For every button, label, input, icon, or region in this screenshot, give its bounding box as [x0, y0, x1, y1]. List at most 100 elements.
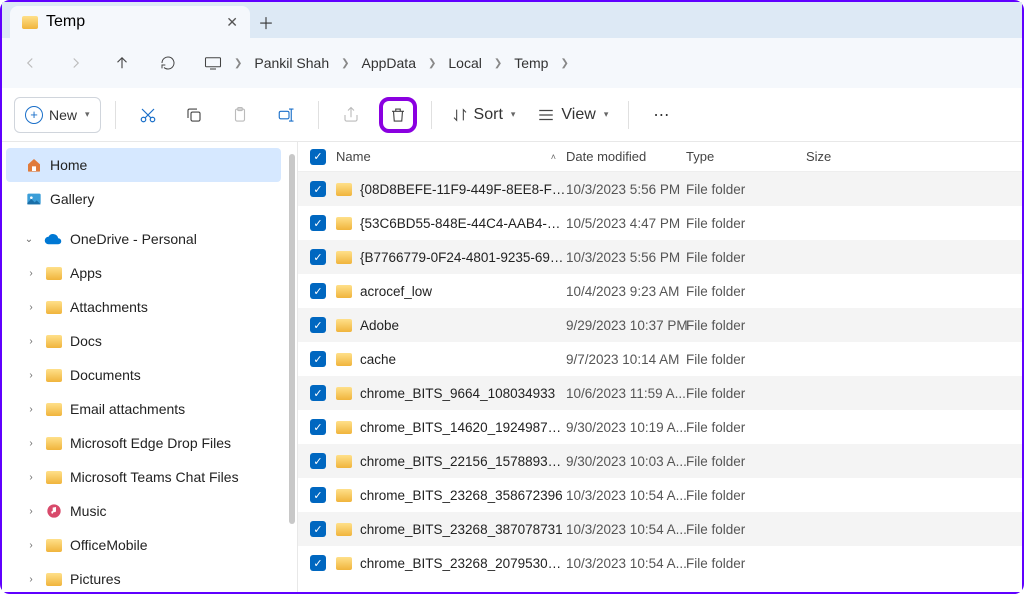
chevron-down-icon: ▾: [511, 109, 516, 120]
breadcrumb-item[interactable]: Pankil Shah: [254, 55, 329, 71]
chevron-right-icon[interactable]: ›: [24, 574, 38, 585]
col-type[interactable]: Type: [686, 149, 806, 164]
sidebar-item[interactable]: ›Pictures: [2, 562, 287, 592]
row-checkbox[interactable]: ✓: [310, 249, 326, 265]
chevron-down-icon[interactable]: ⌄: [22, 234, 36, 245]
row-checkbox[interactable]: ✓: [310, 181, 326, 197]
file-row[interactable]: ✓chrome_BITS_14620_19249870719/30/2023 1…: [298, 410, 1022, 444]
copy-button[interactable]: [176, 97, 212, 133]
row-checkbox[interactable]: ✓: [310, 317, 326, 333]
chevron-right-icon[interactable]: ❯: [335, 58, 355, 69]
sidebar-item[interactable]: › Docs: [2, 324, 287, 358]
sidebar-item-label: Docs: [70, 333, 102, 349]
sidebar-home[interactable]: Home: [6, 148, 281, 182]
sort-icon: [452, 107, 468, 123]
file-name: chrome_BITS_14620_1924987071: [360, 420, 566, 435]
col-date[interactable]: Date modified: [566, 149, 686, 164]
file-row[interactable]: ✓{B7766779-0F24-4801-9235-692F257F...10/…: [298, 240, 1022, 274]
sidebar-item[interactable]: › Music: [2, 494, 287, 528]
file-row[interactable]: ✓cache9/7/2023 10:14 AMFile folder: [298, 342, 1022, 376]
file-list: ✓ Name˄ Date modified Type Size ✓{08D8BE…: [297, 142, 1022, 592]
chevron-right-icon[interactable]: ›: [24, 336, 38, 347]
sidebar-item[interactable]: ›Documents: [2, 358, 287, 392]
row-checkbox[interactable]: ✓: [310, 351, 326, 367]
file-name: chrome_BITS_9664_108034933: [360, 386, 555, 401]
new-tab-button[interactable]: ＋: [250, 6, 282, 38]
folder-icon: [46, 437, 62, 450]
chevron-right-icon[interactable]: ›: [24, 472, 38, 483]
chevron-right-icon[interactable]: ›: [24, 302, 38, 313]
sidebar-gallery[interactable]: Gallery: [2, 182, 287, 216]
sidebar-onedrive[interactable]: ⌄ OneDrive - Personal: [2, 222, 287, 256]
file-type: File folder: [686, 454, 806, 469]
sidebar-item[interactable]: ›Email attachments: [2, 392, 287, 426]
new-button[interactable]: + New ▾: [14, 97, 101, 133]
sidebar-item[interactable]: › Microsoft Edge Drop Files: [2, 426, 287, 460]
col-name[interactable]: Name: [336, 149, 371, 164]
row-checkbox[interactable]: ✓: [310, 453, 326, 469]
chevron-right-icon[interactable]: ›: [24, 540, 38, 551]
file-row[interactable]: ✓chrome_BITS_9664_10803493310/6/2023 11:…: [298, 376, 1022, 410]
more-button[interactable]: ⋯: [643, 97, 679, 133]
rename-button[interactable]: [268, 97, 304, 133]
chevron-right-icon[interactable]: ›: [24, 370, 38, 381]
row-checkbox[interactable]: ✓: [310, 487, 326, 503]
col-size[interactable]: Size: [806, 149, 886, 164]
row-checkbox[interactable]: ✓: [310, 215, 326, 231]
separator: [628, 101, 629, 129]
file-type: File folder: [686, 522, 806, 537]
cut-button[interactable]: [130, 97, 166, 133]
forward-button[interactable]: [60, 47, 92, 79]
file-row[interactable]: ✓chrome_BITS_23268_38707873110/3/2023 10…: [298, 512, 1022, 546]
file-row[interactable]: ✓chrome_BITS_23268_207953063810/3/2023 1…: [298, 546, 1022, 580]
sidebar-item[interactable]: ›Attachments: [2, 290, 287, 324]
chevron-right-icon[interactable]: ›: [24, 268, 38, 279]
folder-icon: [22, 16, 38, 29]
view-button[interactable]: View ▾: [531, 97, 614, 133]
delete-button[interactable]: [379, 97, 417, 133]
breadcrumb-item[interactable]: Local: [448, 55, 481, 71]
file-row[interactable]: ✓chrome_BITS_23268_35867239610/3/2023 10…: [298, 478, 1022, 512]
file-row[interactable]: ✓{53C6BD55-848E-44C4-AAB4-3EC628...10/5/…: [298, 206, 1022, 240]
sidebar-item-label: Microsoft Edge Drop Files: [70, 435, 231, 451]
close-icon[interactable]: ✕: [226, 14, 238, 31]
refresh-button[interactable]: [152, 47, 184, 79]
window-tab[interactable]: Temp ✕: [10, 6, 250, 38]
row-checkbox[interactable]: ✓: [310, 283, 326, 299]
chevron-right-icon[interactable]: ❯: [422, 58, 442, 69]
chevron-right-icon[interactable]: ❯: [554, 58, 574, 69]
file-row[interactable]: ✓acrocef_low10/4/2023 9:23 AMFile folder: [298, 274, 1022, 308]
scrollbar[interactable]: [289, 154, 295, 524]
folder-icon: [336, 217, 352, 230]
chevron-right-icon[interactable]: ›: [24, 404, 38, 415]
chevron-right-icon[interactable]: ❯: [488, 58, 508, 69]
gallery-icon: [26, 191, 42, 207]
sidebar-item[interactable]: ›Apps: [2, 256, 287, 290]
select-all-checkbox[interactable]: ✓: [310, 149, 326, 165]
chevron-right-icon[interactable]: ❯: [228, 58, 248, 69]
row-checkbox[interactable]: ✓: [310, 385, 326, 401]
breadcrumb-item[interactable]: Temp: [514, 55, 548, 71]
column-headers[interactable]: ✓ Name˄ Date modified Type Size: [298, 142, 1022, 172]
sidebar-item-label: Music: [70, 503, 107, 519]
back-button[interactable]: [14, 47, 46, 79]
file-row[interactable]: ✓chrome_BITS_22156_15788938639/30/2023 1…: [298, 444, 1022, 478]
row-checkbox[interactable]: ✓: [310, 419, 326, 435]
sidebar-item[interactable]: ›Microsoft Teams Chat Files: [2, 460, 287, 494]
file-date: 10/3/2023 5:56 PM: [566, 182, 686, 197]
chevron-right-icon[interactable]: ›: [24, 506, 38, 517]
chevron-right-icon[interactable]: ›: [24, 438, 38, 449]
address-bar[interactable]: ❯ Pankil Shah ❯ AppData ❯ Local ❯ Temp ❯: [204, 55, 575, 71]
breadcrumb-item[interactable]: AppData: [362, 55, 416, 71]
row-checkbox[interactable]: ✓: [310, 555, 326, 571]
up-button[interactable]: [106, 47, 138, 79]
sort-button[interactable]: Sort ▾: [446, 97, 522, 133]
row-checkbox[interactable]: ✓: [310, 521, 326, 537]
sidebar-item[interactable]: ›OfficeMobile: [2, 528, 287, 562]
file-row[interactable]: ✓{08D8BEFE-11F9-449F-8EE8-F3716E7C...10/…: [298, 172, 1022, 206]
paste-button[interactable]: [222, 97, 258, 133]
folder-icon: [336, 353, 352, 366]
new-label: New: [49, 107, 77, 123]
share-button[interactable]: [333, 97, 369, 133]
file-row[interactable]: ✓Adobe9/29/2023 10:37 PMFile folder: [298, 308, 1022, 342]
